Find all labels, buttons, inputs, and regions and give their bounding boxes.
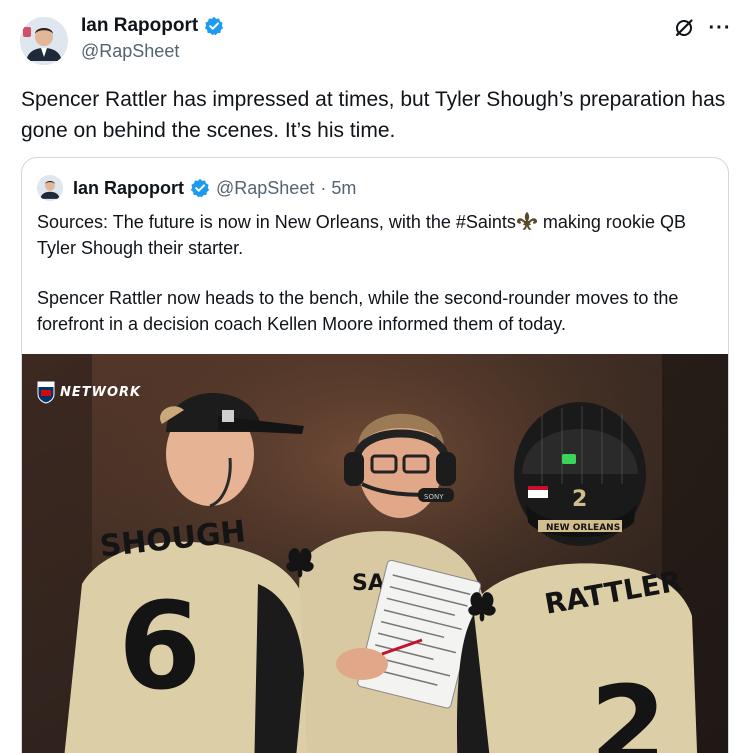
author-handle[interactable]: @RapSheet [81, 41, 224, 62]
quoted-text-part: Sources: The future is now in New Orlean… [37, 212, 516, 232]
author-name[interactable]: Ian Rapoport [81, 15, 224, 37]
verified-badge-icon [190, 178, 210, 198]
post-text: Spencer Rattler has impressed at times, … [21, 88, 726, 142]
slash-circle-icon[interactable] [673, 17, 695, 39]
more-options-icon[interactable]: ··· [709, 17, 731, 39]
quoted-media-photo[interactable]: SONY SA SHOUGH 6 2 NEW ORLEANS RATTLER 2… [22, 354, 728, 753]
quoted-text: Sources: The future is now in New Orlean… [37, 209, 717, 337]
nfl-shield-icon [37, 381, 55, 404]
quoted-author-name: Ian Rapoport [73, 177, 184, 198]
avatar-image [20, 17, 68, 65]
quoted-header: Ian Rapoport @RapSheet · 5m [37, 175, 356, 201]
helmet-number: 2 [572, 487, 587, 512]
author-block: Ian Rapoport @RapSheet [81, 15, 224, 62]
fleur-de-lis-icon [516, 211, 537, 231]
quoted-author-handle: @RapSheet [216, 177, 315, 198]
jersey-left-number: 6 [118, 578, 202, 717]
jersey-right-number: 2 [590, 662, 667, 753]
quoted-paragraph-2: Spencer Rattler now heads to the bench, … [37, 288, 679, 334]
headset-brand-label: SONY [424, 493, 444, 501]
author-avatar[interactable] [20, 17, 68, 65]
verified-badge-icon [205, 16, 224, 36]
nfl-network-watermark: NETWORK [36, 380, 141, 404]
quoted-paragraph-1: Sources: The future is now in New Orlean… [37, 209, 717, 261]
quoted-post[interactable]: Ian Rapoport @RapSheet · 5m Sources: The… [21, 157, 729, 753]
photo-illustration: SONY SA SHOUGH 6 2 NEW ORLEANS RATTLER 2 [22, 354, 728, 753]
helmet-strip-text: NEW ORLEANS [546, 523, 620, 533]
post-actions: ··· [673, 17, 731, 39]
network-watermark-text: NETWORK [60, 384, 142, 400]
author-name-text[interactable]: Ian Rapoport [81, 15, 198, 37]
quoted-timestamp: · 5m [320, 177, 357, 198]
quoted-avatar [37, 175, 63, 201]
